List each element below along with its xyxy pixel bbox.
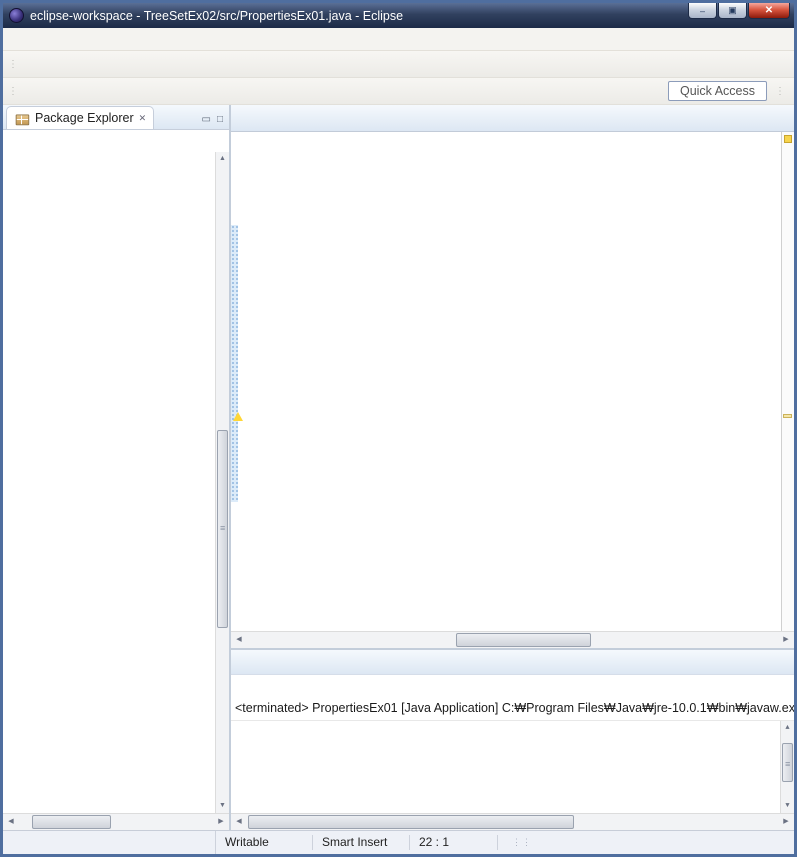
console-toolbar [231,675,794,701]
scroll-right-icon[interactable]: ▶ [778,632,794,648]
scroll-up-icon[interactable]: ▲ [781,721,794,735]
scrollbar-thumb[interactable] [456,633,592,647]
explorer-horizontal-scrollbar[interactable]: ◀ ▶ [3,813,229,830]
title-bar: eclipse-workspace - TreeSetEx02/src/Prop… [3,3,794,28]
editor-tab-bar [231,105,794,132]
package-explorer-header: Package Explorer ✕ ▭ □ [3,105,229,130]
minimize-button[interactable]: ‒ [688,3,717,19]
overview-warning-marker[interactable] [783,414,792,418]
caret-position-status: 22 : 1 [410,835,498,850]
scroll-down-icon[interactable]: ▼ [216,799,229,813]
close-button[interactable]: ✕ [748,3,790,19]
eclipse-window: eclipse-workspace - TreeSetEx02/src/Prop… [0,0,797,857]
console-tab-bar [231,650,794,675]
editor-console-column: ◀ ▶ <terminated> PropertiesEx01 [Java Ap… [231,105,794,830]
scroll-left-icon[interactable]: ◀ [231,814,247,830]
package-explorer-view: Package Explorer ✕ ▭ □ ▲ ▼ ◀ ▶ [3,105,231,830]
console-output[interactable]: ▲ ▼ [231,720,794,813]
console-horizontal-scrollbar[interactable]: ◀ ▶ [231,813,794,830]
console-status-line: <terminated> PropertiesEx01 [Java Applic… [231,701,794,720]
insert-mode-status: Smart Insert [313,835,410,850]
close-view-icon[interactable]: ✕ [139,113,147,124]
package-explorer-tree: ▲ ▼ [3,152,229,813]
package-explorer-icon [15,111,30,125]
status-bar-spacer [3,831,216,854]
scroll-up-icon[interactable]: ▲ [216,152,229,166]
editor-area: ◀ ▶ [231,105,794,650]
console-view: <terminated> PropertiesEx01 [Java Applic… [231,650,794,830]
scrollbar-thumb[interactable] [782,743,793,782]
workbench-area: Package Explorer ✕ ▭ □ ▲ ▼ ◀ ▶ [3,105,794,830]
main-toolbar: ⋮ [3,51,794,78]
writable-status: Writable [216,835,313,850]
window-controls: ‒ ▣ ✕ [687,3,790,19]
toolbar-grip[interactable]: ⋮ [8,86,18,97]
status-bar-grip: ⋮⋮ [512,837,532,847]
quick-access-box[interactable]: Quick Access [667,81,767,101]
scroll-down-icon[interactable]: ▼ [781,799,794,813]
eclipse-logo-icon [9,8,24,23]
navigation-toolbar: ⋮ Quick Access ⋮ [3,78,794,105]
package-explorer-toolbar [3,130,229,152]
range-indicator [231,224,238,502]
explorer-vertical-scrollbar[interactable]: ▲ ▼ [215,152,229,813]
editor-horizontal-scrollbar[interactable]: ◀ ▶ [231,631,794,648]
scroll-left-icon[interactable]: ◀ [3,814,19,830]
overview-warning-icon[interactable] [784,135,792,143]
scroll-left-icon[interactable]: ◀ [231,632,247,648]
scrollbar-thumb[interactable] [32,815,112,829]
maximize-view-icon[interactable]: □ [217,114,223,125]
scroll-right-icon[interactable]: ▶ [213,814,229,830]
menu-bar [3,28,794,51]
package-explorer-title: Package Explorer [35,111,134,125]
restore-button[interactable]: ▣ [718,3,747,19]
scrollbar-thumb[interactable] [247,815,575,829]
package-explorer-tab[interactable]: Package Explorer ✕ [6,106,155,129]
minimize-view-icon[interactable]: ▭ [202,114,211,125]
toolbar-grip[interactable]: ⋮ [8,59,18,70]
status-bar: Writable Smart Insert 22 : 1 ⋮⋮ [3,830,794,854]
console-vertical-scrollbar[interactable]: ▲ ▼ [780,721,794,813]
window-title: eclipse-workspace - TreeSetEx02/src/Prop… [30,8,404,23]
toolbar-grip[interactable]: ⋮ [775,86,785,97]
scroll-right-icon[interactable]: ▶ [778,814,794,830]
overview-ruler[interactable] [781,132,794,631]
code-editor[interactable] [231,132,794,631]
scrollbar-thumb[interactable] [217,429,228,628]
